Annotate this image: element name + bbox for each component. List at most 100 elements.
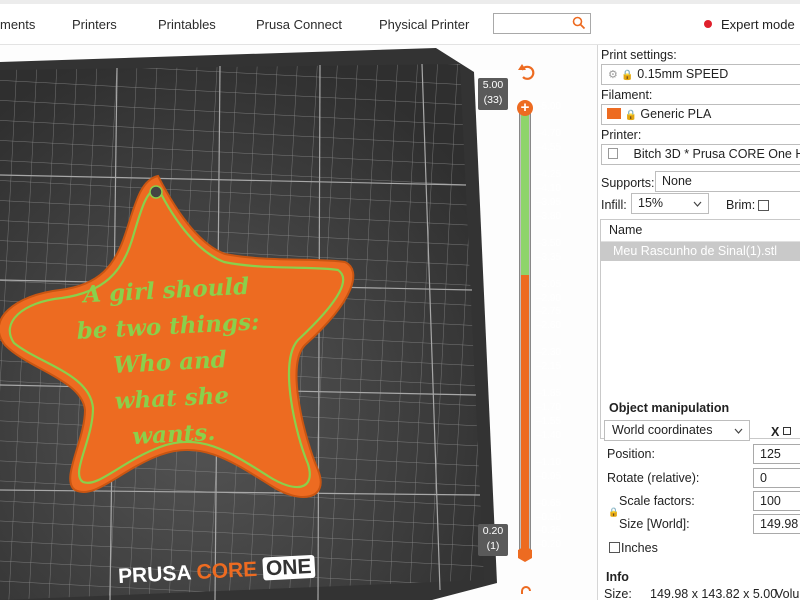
tab-printers[interactable]: Printers: [72, 17, 117, 32]
filament-color-swatch: [607, 108, 621, 119]
right-sidebar: Print settings: ⚙ 🔒 0.15mm SPEED Filamen…: [597, 45, 800, 601]
filament-combo[interactable]: 🔒 Generic PLA: [601, 104, 800, 125]
layer-slider[interactable]: 5.00 (33) + 0.20 (1) –5.00 –4.70 –4.55 –4.2…: [476, 60, 597, 600]
expert-mode-icon: [704, 20, 712, 28]
slider-tick-label: –1.85: [536, 388, 562, 400]
logo-prusa: PRUSA: [117, 561, 192, 589]
infill-value: 15%: [638, 196, 664, 210]
size-label: Size [World]:: [619, 517, 690, 531]
slider-tick-label: –2.15: [536, 361, 562, 373]
supports-value: None: [662, 174, 692, 188]
slider-tick-label: –2.75: [536, 306, 562, 318]
supports-label: Supports:: [601, 176, 655, 190]
slider-tick-label: –4.55: [536, 142, 562, 154]
size-info-value: 149.98 x 143.82 x 5.00: [650, 587, 778, 601]
filament-label: Filament:: [601, 88, 653, 102]
model-text: A girl should be two things: Who and wha…: [65, 268, 274, 458]
slider-tick-label: –2.30: [536, 347, 562, 359]
top-bar: ments Printers Printables Prusa Connect …: [0, 0, 800, 45]
printer-combo[interactable]: Bitch 3D * Prusa CORE One HF0: [601, 144, 800, 165]
position-input[interactable]: 125: [753, 444, 800, 464]
slider-tick-label: –2.90: [536, 292, 562, 304]
print-settings-combo[interactable]: ⚙ 🔒 0.15mm SPEED: [601, 64, 800, 85]
position-label: Position:: [607, 447, 655, 461]
logo-core: CORE: [195, 557, 258, 585]
top-layer: (33): [483, 94, 503, 106]
mode-label: Expert mode: [721, 17, 795, 32]
printer-label: Printer:: [601, 128, 642, 142]
slider-tick-label: –0.20: [536, 539, 562, 550]
lock-icon: 🔒: [621, 70, 634, 81]
search-icon[interactable]: [572, 16, 586, 30]
gear-icon: ⚙: [608, 69, 618, 81]
printer-icon: [608, 148, 618, 159]
brim-checkbox[interactable]: [758, 200, 769, 211]
slider-tick-label: –1.40: [536, 429, 562, 441]
lock-icon[interactable]: 🔒: [608, 507, 619, 518]
slider-tick-label: –0.65: [536, 497, 562, 509]
scale-input[interactable]: 100: [753, 491, 800, 511]
lock-icon: 🔒: [624, 110, 637, 121]
object-list-item[interactable]: Meu Rascunho de Sinal(1).stl: [601, 242, 800, 261]
slider-tick-label: –0.35: [536, 525, 562, 537]
bottom-value-box: 0.20 (1): [478, 524, 508, 556]
mode-selector[interactable]: Expert mode: [704, 17, 800, 32]
slider-tick-label: –1.55: [536, 415, 562, 427]
slider-tick-label: –3.35: [536, 251, 562, 263]
inches-label: Inches: [621, 541, 658, 555]
tab-components[interactable]: ments: [0, 17, 35, 32]
axis-x-label: X: [771, 425, 780, 439]
size-input[interactable]: 149.98: [753, 514, 800, 534]
coordinates-select[interactable]: World coordinates: [604, 420, 750, 441]
supports-select[interactable]: None: [655, 171, 800, 192]
slider-tick-label: –2.60: [536, 320, 562, 331]
infill-select[interactable]: 15%: [631, 193, 709, 214]
3d-viewport[interactable]: A girl should be two things: Who and wha…: [0, 45, 597, 600]
slider-tick-label: –3.50: [536, 237, 562, 249]
print-settings-label: Print settings:: [601, 48, 677, 62]
slider-range-orange: [521, 275, 529, 552]
print-profile: 0.15mm SPEED: [637, 67, 729, 81]
inches-checkbox[interactable]: [609, 542, 620, 553]
slider-tick-label: –1.70: [536, 402, 562, 414]
chevron-down-icon: [734, 428, 743, 434]
tab-physical-printer[interactable]: Physical Printer: [379, 17, 469, 32]
top-value: 5.00: [482, 79, 504, 91]
keyring-hole: [149, 185, 163, 199]
slider-ticks: –5.00 –4.70 –4.55 –4.25 –4.10 –3.95 –3.80 –3.50…: [534, 60, 594, 600]
object-list-header: Name: [601, 220, 800, 242]
infill-label: Infill:: [601, 198, 627, 212]
object-manipulation-title: Object manipulation: [609, 401, 730, 415]
slider-range-green: [521, 113, 529, 275]
scale-label: Scale factors:: [619, 494, 695, 508]
top-value-box: 5.00 (33): [478, 78, 508, 110]
coords-value: World coordinates: [612, 423, 713, 437]
slider-tick-label: –3.05: [536, 278, 562, 290]
filament-name: Generic PLA: [640, 107, 712, 121]
logo-one: ONE: [262, 554, 316, 581]
bottom-value: 0.20: [482, 525, 504, 537]
info-title: Info: [606, 570, 629, 584]
rotate-input[interactable]: 0: [753, 468, 800, 488]
tab-prusa-connect[interactable]: Prusa Connect: [256, 17, 342, 32]
slider-tick-label: –0.50: [536, 511, 562, 523]
drop-to-bed-icon[interactable]: [783, 427, 791, 435]
volume-label: Volu: [775, 587, 800, 601]
size-info-label: Size:: [604, 587, 632, 601]
slider-tick-label: –4.70: [536, 128, 562, 140]
slider-tick-label: –4.25: [536, 169, 562, 181]
bottom-layer: (1): [486, 540, 500, 552]
slider-tick-label: –5.00: [536, 101, 562, 112]
tab-printables[interactable]: Printables: [158, 17, 216, 32]
rotate-label: Rotate (relative):: [607, 471, 700, 485]
lock-icon[interactable]: [518, 586, 534, 600]
slider-tick-label: –3.95: [536, 196, 562, 208]
slider-tick-label: –0.95: [536, 470, 562, 482]
slider-tick-label: –1.10: [536, 456, 562, 468]
brim-label: Brim:: [726, 198, 756, 212]
top-thumb[interactable]: +: [517, 100, 533, 116]
slider-tick-label: –4.10: [536, 183, 562, 195]
chevron-down-icon: [693, 201, 702, 207]
search-input[interactable]: [493, 13, 591, 34]
printer-name: Bitch 3D * Prusa CORE One HF0: [633, 147, 800, 161]
